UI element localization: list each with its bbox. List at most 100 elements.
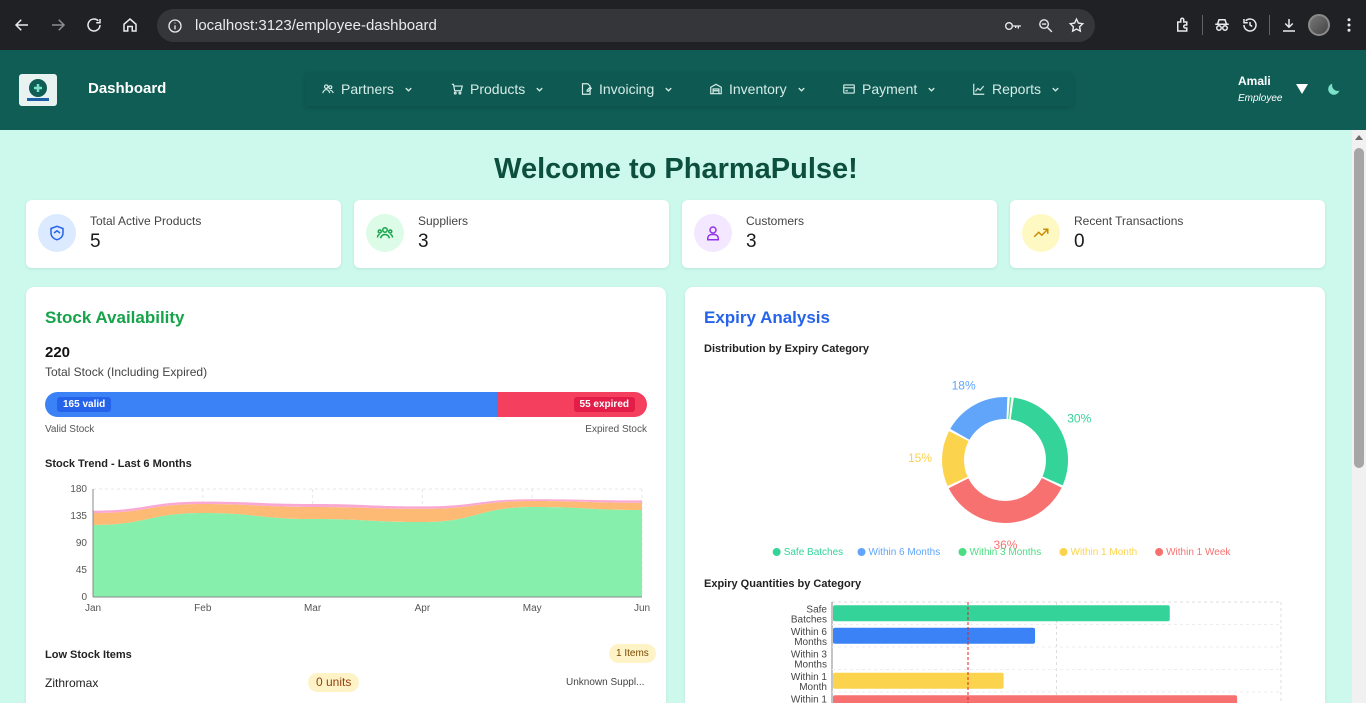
legend-marker	[1155, 548, 1164, 556]
y-tick-label: 90	[76, 538, 88, 549]
slice-percent-label: 18%	[952, 379, 976, 393]
menu-invoicing[interactable]: Invoicing	[579, 72, 673, 106]
donut-slice	[948, 477, 1062, 523]
stat-card-products[interactable]: Total Active Products 5	[26, 200, 341, 268]
expired-badge: 55 expired	[573, 397, 635, 412]
menu-invoicing-label: Invoicing	[599, 81, 655, 97]
menu-payment-label: Payment	[862, 81, 918, 97]
bar	[833, 605, 1170, 622]
expired-stock-segment[interactable]: 55 expired	[496, 392, 647, 417]
download-icon[interactable]	[1280, 16, 1298, 34]
stat-label: Total Active Products	[90, 214, 202, 228]
distribution-title: Distribution by Expiry Category	[704, 343, 870, 355]
stock-progress-bar[interactable]: 165 valid 55 expired	[45, 392, 647, 417]
quantities-title: Expiry Quantities by Category	[704, 578, 862, 590]
home-icon[interactable]	[112, 7, 148, 43]
chevron-down-icon	[405, 87, 412, 92]
user-group-icon	[694, 214, 732, 252]
warehouse-icon	[710, 83, 722, 95]
profile-avatar[interactable]	[1308, 14, 1330, 36]
history-icon[interactable]	[1241, 16, 1259, 34]
trending-up-icon	[1022, 214, 1060, 252]
stat-value: 5	[90, 231, 101, 252]
reload-icon[interactable]	[76, 7, 112, 43]
donut-slice	[1010, 397, 1068, 486]
expiry-title: Expiry Analysis	[704, 308, 830, 327]
invoice-icon	[581, 83, 593, 95]
scrollbar-thumb[interactable]	[1354, 148, 1364, 468]
stat-value: 3	[418, 231, 429, 252]
chevron-down-icon	[536, 87, 543, 92]
donut-slice	[1008, 397, 1012, 420]
stat-card-suppliers[interactable]: Suppliers 3	[354, 200, 669, 268]
zoom-icon[interactable]	[1037, 17, 1054, 34]
valid-badge: 165 valid	[57, 397, 112, 412]
y-tick-label: 45	[76, 565, 88, 576]
stat-label: Suppliers	[418, 214, 469, 228]
category-label: Months	[794, 637, 827, 648]
x-tick-label: Jan	[85, 603, 101, 614]
cart-icon	[451, 83, 463, 95]
low-stock-units-badge: 0 units	[308, 673, 360, 692]
site-info-icon[interactable]	[167, 18, 183, 34]
legend-label: Within 1 Month	[1071, 547, 1138, 558]
card-icon	[843, 84, 855, 94]
menu-partners-label: Partners	[341, 81, 394, 97]
stat-value: 3	[746, 231, 757, 252]
low-stock-count-badge: 1 Items	[609, 644, 656, 663]
address-bar[interactable]: localhost:3123/employee-dashboard	[157, 9, 1095, 42]
total-stock-label: Total Stock (Including Expired)	[45, 365, 208, 379]
main-menu: Partners Products Invoicing Inventory Pa…	[305, 72, 1073, 106]
y-tick-label: 135	[70, 511, 87, 522]
stock-trend-title: Stock Trend - Last 6 Months	[45, 458, 192, 470]
low-stock-supplier: Unknown Suppl...	[566, 677, 645, 688]
stat-label: Recent Transactions	[1074, 214, 1184, 228]
menu-inventory-label: Inventory	[729, 81, 787, 97]
valid-stock-segment[interactable]: 165 valid	[45, 392, 497, 417]
scroll-up-icon[interactable]	[1355, 135, 1363, 140]
chevron-down-icon	[665, 87, 672, 92]
extensions-icon[interactable]	[1174, 16, 1192, 34]
user-info[interactable]: Amali Employee	[1238, 74, 1282, 104]
pharmapulse-logo[interactable]	[19, 74, 57, 106]
bookmark-star-icon[interactable]	[1068, 17, 1085, 34]
url-text[interactable]: localhost:3123/employee-dashboard	[195, 17, 437, 34]
x-tick-label: Apr	[415, 603, 431, 614]
page-scrollbar[interactable]	[1352, 130, 1366, 703]
category-label: Batches	[791, 614, 827, 625]
stat-card-transactions[interactable]: Recent Transactions 0	[1010, 200, 1325, 268]
legend-marker	[857, 548, 866, 556]
stat-card-customers[interactable]: Customers 3	[682, 200, 997, 268]
expiry-bar-chart: SafeBatchesWithin 6MonthsWithin 3MonthsW…	[791, 601, 1282, 703]
legend-label: Within 1 Week	[1166, 547, 1231, 558]
moon-icon[interactable]	[1326, 81, 1342, 97]
brand-title[interactable]: Dashboard	[88, 80, 166, 97]
chevron-down-icon	[928, 87, 935, 92]
low-stock-title: Low Stock Items	[45, 649, 132, 661]
more-menu-icon[interactable]	[1340, 16, 1358, 34]
user-name: Amali	[1238, 74, 1271, 88]
user-role: Employee	[1238, 93, 1283, 104]
expiry-donut-chart: 30%36%15%18%Safe Batches Within 6 Months W…	[772, 379, 1231, 558]
back-icon[interactable]	[4, 7, 40, 43]
menu-reports[interactable]: Reports	[972, 72, 1060, 106]
menu-products-label: Products	[470, 81, 526, 97]
x-tick-label: Mar	[304, 603, 322, 614]
menu-reports-label: Reports	[992, 81, 1042, 97]
caret-down-icon[interactable]	[1296, 84, 1308, 94]
bar	[833, 627, 1036, 644]
menu-products[interactable]: Products	[450, 72, 544, 106]
category-label: Within 1	[791, 694, 828, 703]
forward-icon[interactable]	[40, 7, 76, 43]
category-label: Months	[794, 659, 827, 670]
menu-inventory[interactable]: Inventory	[709, 72, 806, 106]
menu-partners[interactable]: Partners	[321, 72, 413, 106]
x-tick-label: May	[523, 603, 542, 614]
menu-payment[interactable]: Payment	[842, 72, 936, 106]
legend-label: Within 3 Months	[970, 547, 1042, 558]
toolbar-separator	[1269, 15, 1270, 35]
legend-label: Within 6 Months	[869, 547, 941, 558]
password-key-icon[interactable]	[1003, 18, 1023, 34]
incognito-icon[interactable]	[1213, 16, 1231, 34]
partners-icon	[322, 84, 334, 94]
